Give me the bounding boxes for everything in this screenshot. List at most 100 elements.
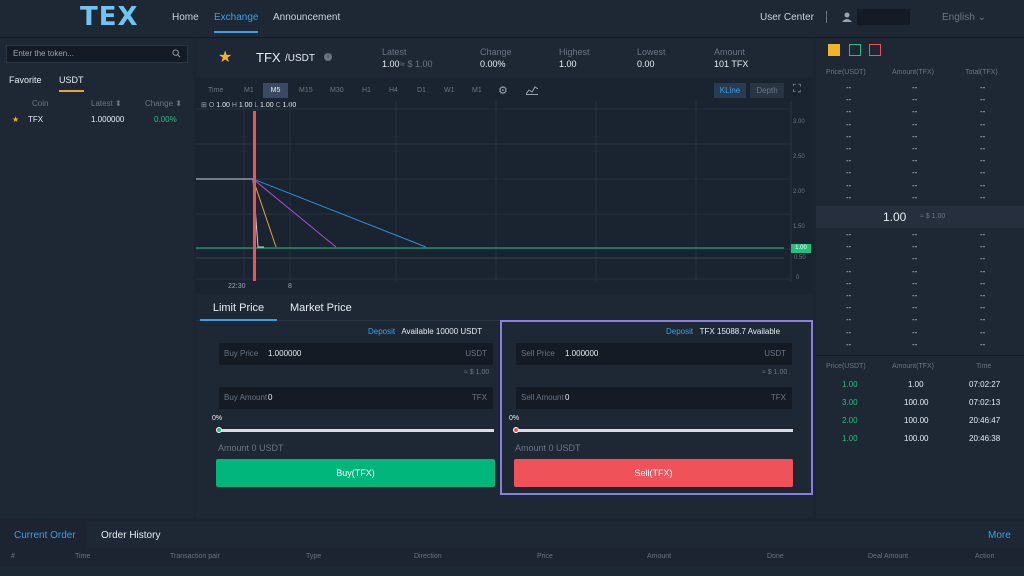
orders-col: Type	[306, 553, 322, 560]
ask-row-price: --	[846, 83, 852, 92]
bid-row[interactable]: -- -- --	[816, 328, 1024, 340]
orders-panel: Current Order Order History More # Time …	[0, 522, 1024, 576]
trade-time: 20:46:47	[969, 416, 1001, 425]
col-latest[interactable]: Latest ⬍	[91, 99, 122, 108]
high-value: 1.00	[559, 59, 577, 69]
ask-row[interactable]: -- -- --	[816, 156, 1024, 168]
tab-limit-price[interactable]: Limit Price	[200, 295, 277, 321]
bid-row-total: --	[980, 315, 986, 325]
y-axis: 3.00 2.50 2.00 1.50	[793, 105, 805, 245]
sell-available: Deposit TFX 15088.7 Available	[666, 327, 780, 336]
language-select[interactable]: English ⌄	[942, 12, 986, 23]
tf-m30[interactable]: M30	[330, 87, 344, 94]
bid-row-total: --	[980, 303, 986, 313]
sell-deposit-link[interactable]: Deposit	[666, 327, 693, 336]
bid-row[interactable]: -- -- --	[816, 279, 1024, 291]
buy-slider[interactable]	[216, 427, 494, 433]
bid-row[interactable]: -- -- --	[816, 230, 1024, 242]
bid-row[interactable]: -- -- --	[816, 242, 1024, 254]
tf-m5[interactable]: M5	[263, 83, 288, 98]
sell-slider-knob[interactable]	[513, 427, 519, 433]
buy-button[interactable]: Buy(TFX)	[216, 459, 495, 487]
bid-row[interactable]: -- -- --	[816, 340, 1024, 352]
user-center-link[interactable]: User Center	[760, 12, 814, 23]
bid-row-total: --	[980, 230, 986, 239]
username-box[interactable]	[857, 9, 910, 25]
tf-time[interactable]: Time	[208, 87, 223, 94]
tab-favorite[interactable]: Favorite	[9, 75, 42, 85]
info-icon[interactable]: i	[324, 53, 332, 61]
ask-row[interactable]: -- -- --	[816, 144, 1024, 156]
fullscreen-icon[interactable]: ⛶	[793, 83, 801, 96]
market-change: 0.00%	[154, 115, 177, 124]
price-chart-canvas[interactable]	[196, 101, 813, 293]
sell-slider[interactable]	[513, 427, 793, 433]
col-change[interactable]: Change ⬍	[145, 99, 182, 108]
nav-divider	[826, 11, 827, 23]
ask-row[interactable]: -- -- --	[816, 83, 1024, 95]
ask-row-total: --	[980, 107, 986, 117]
tab-current-order[interactable]: Current Order	[14, 530, 76, 541]
market-row[interactable]: ★ TFX 1.000000 0.00%	[0, 115, 194, 127]
buy-price-field[interactable]: Buy Price 1.000000 USDT	[219, 343, 493, 365]
kline-toggle[interactable]: KLine	[714, 83, 746, 98]
bid-row[interactable]: -- -- --	[816, 291, 1024, 303]
ask-row[interactable]: -- -- --	[816, 120, 1024, 132]
settings-gear-icon[interactable]: ⚙	[498, 84, 508, 97]
ask-row-amount: --	[912, 168, 918, 178]
token-search-input[interactable]: Enter the token...	[6, 45, 188, 63]
ticker-bar: ★ TFX /USDT i Latest 1.00 ≈ $ 1.00 Chang…	[196, 39, 813, 77]
user-icon[interactable]	[842, 12, 852, 22]
tf-w1[interactable]: W1	[444, 87, 455, 94]
top-navbar: TEX Home Exchange Announcement User Cent…	[0, 0, 1024, 38]
bid-row-price: --	[846, 254, 852, 264]
buy-percent: 0%	[212, 415, 223, 422]
orders-col: Deal Amount	[868, 553, 909, 560]
star-icon[interactable]: ★	[12, 115, 19, 124]
bid-row[interactable]: -- -- --	[816, 254, 1024, 266]
ask-row[interactable]: -- -- --	[816, 168, 1024, 180]
low-label: Lowest	[637, 47, 666, 57]
book-both-view-icon[interactable]	[828, 44, 840, 56]
more-link[interactable]: More	[988, 530, 1011, 541]
tab-order-history[interactable]: Order History	[101, 530, 160, 541]
nav-announcement[interactable]: Announcement	[273, 12, 340, 23]
ask-row[interactable]: -- -- --	[816, 193, 1024, 205]
bid-row[interactable]: -- -- --	[816, 315, 1024, 327]
book-buy-view-icon[interactable]	[849, 44, 861, 56]
bid-row[interactable]: -- -- --	[816, 267, 1024, 279]
depth-toggle[interactable]: Depth	[750, 83, 784, 98]
nav-exchange[interactable]: Exchange	[214, 12, 259, 33]
ask-row[interactable]: -- -- --	[816, 132, 1024, 144]
ask-row[interactable]: -- -- --	[816, 95, 1024, 107]
ask-row[interactable]: -- -- --	[816, 181, 1024, 193]
book-col-total: Total(TFX)	[965, 69, 998, 76]
buy-slider-knob[interactable]	[216, 427, 222, 433]
indicator-chart-icon[interactable]	[526, 86, 538, 95]
ask-row[interactable]: -- -- --	[816, 107, 1024, 119]
bid-row[interactable]: -- -- --	[816, 303, 1024, 315]
tf-mn1[interactable]: M1	[472, 87, 482, 94]
tex-logo[interactable]: TEX	[80, 2, 139, 32]
search-icon[interactable]	[172, 49, 181, 58]
tf-h1[interactable]: H1	[362, 87, 371, 94]
tab-usdt[interactable]: USDT	[59, 75, 84, 92]
tf-m15[interactable]: M15	[299, 87, 313, 94]
orders-col: Action	[975, 553, 995, 560]
book-sell-view-icon[interactable]	[869, 44, 881, 56]
col-change-label: Change	[145, 99, 174, 108]
sell-amount-field[interactable]: Sell Amount 0 TFX	[516, 387, 792, 409]
favorite-star-icon[interactable]: ★	[218, 47, 232, 67]
tf-m1[interactable]: M1	[244, 87, 254, 94]
tf-d1[interactable]: D1	[417, 87, 426, 94]
trades-col-price: Price(USDT)	[826, 363, 866, 370]
buy-deposit-link[interactable]: Deposit	[368, 327, 395, 336]
nav-home[interactable]: Home	[172, 12, 199, 23]
sell-button[interactable]: Sell(TFX)	[514, 459, 793, 487]
sell-price-field[interactable]: Sell Price 1.000000 USDT	[516, 343, 792, 365]
tab-market-price[interactable]: Market Price	[290, 295, 352, 321]
trade-row: 2.00 100.00 20:46:47	[816, 416, 1024, 428]
buy-amount-field[interactable]: Buy Amount 0 TFX	[219, 387, 493, 409]
tf-h4[interactable]: H4	[389, 87, 398, 94]
ask-row-amount: --	[912, 131, 918, 141]
